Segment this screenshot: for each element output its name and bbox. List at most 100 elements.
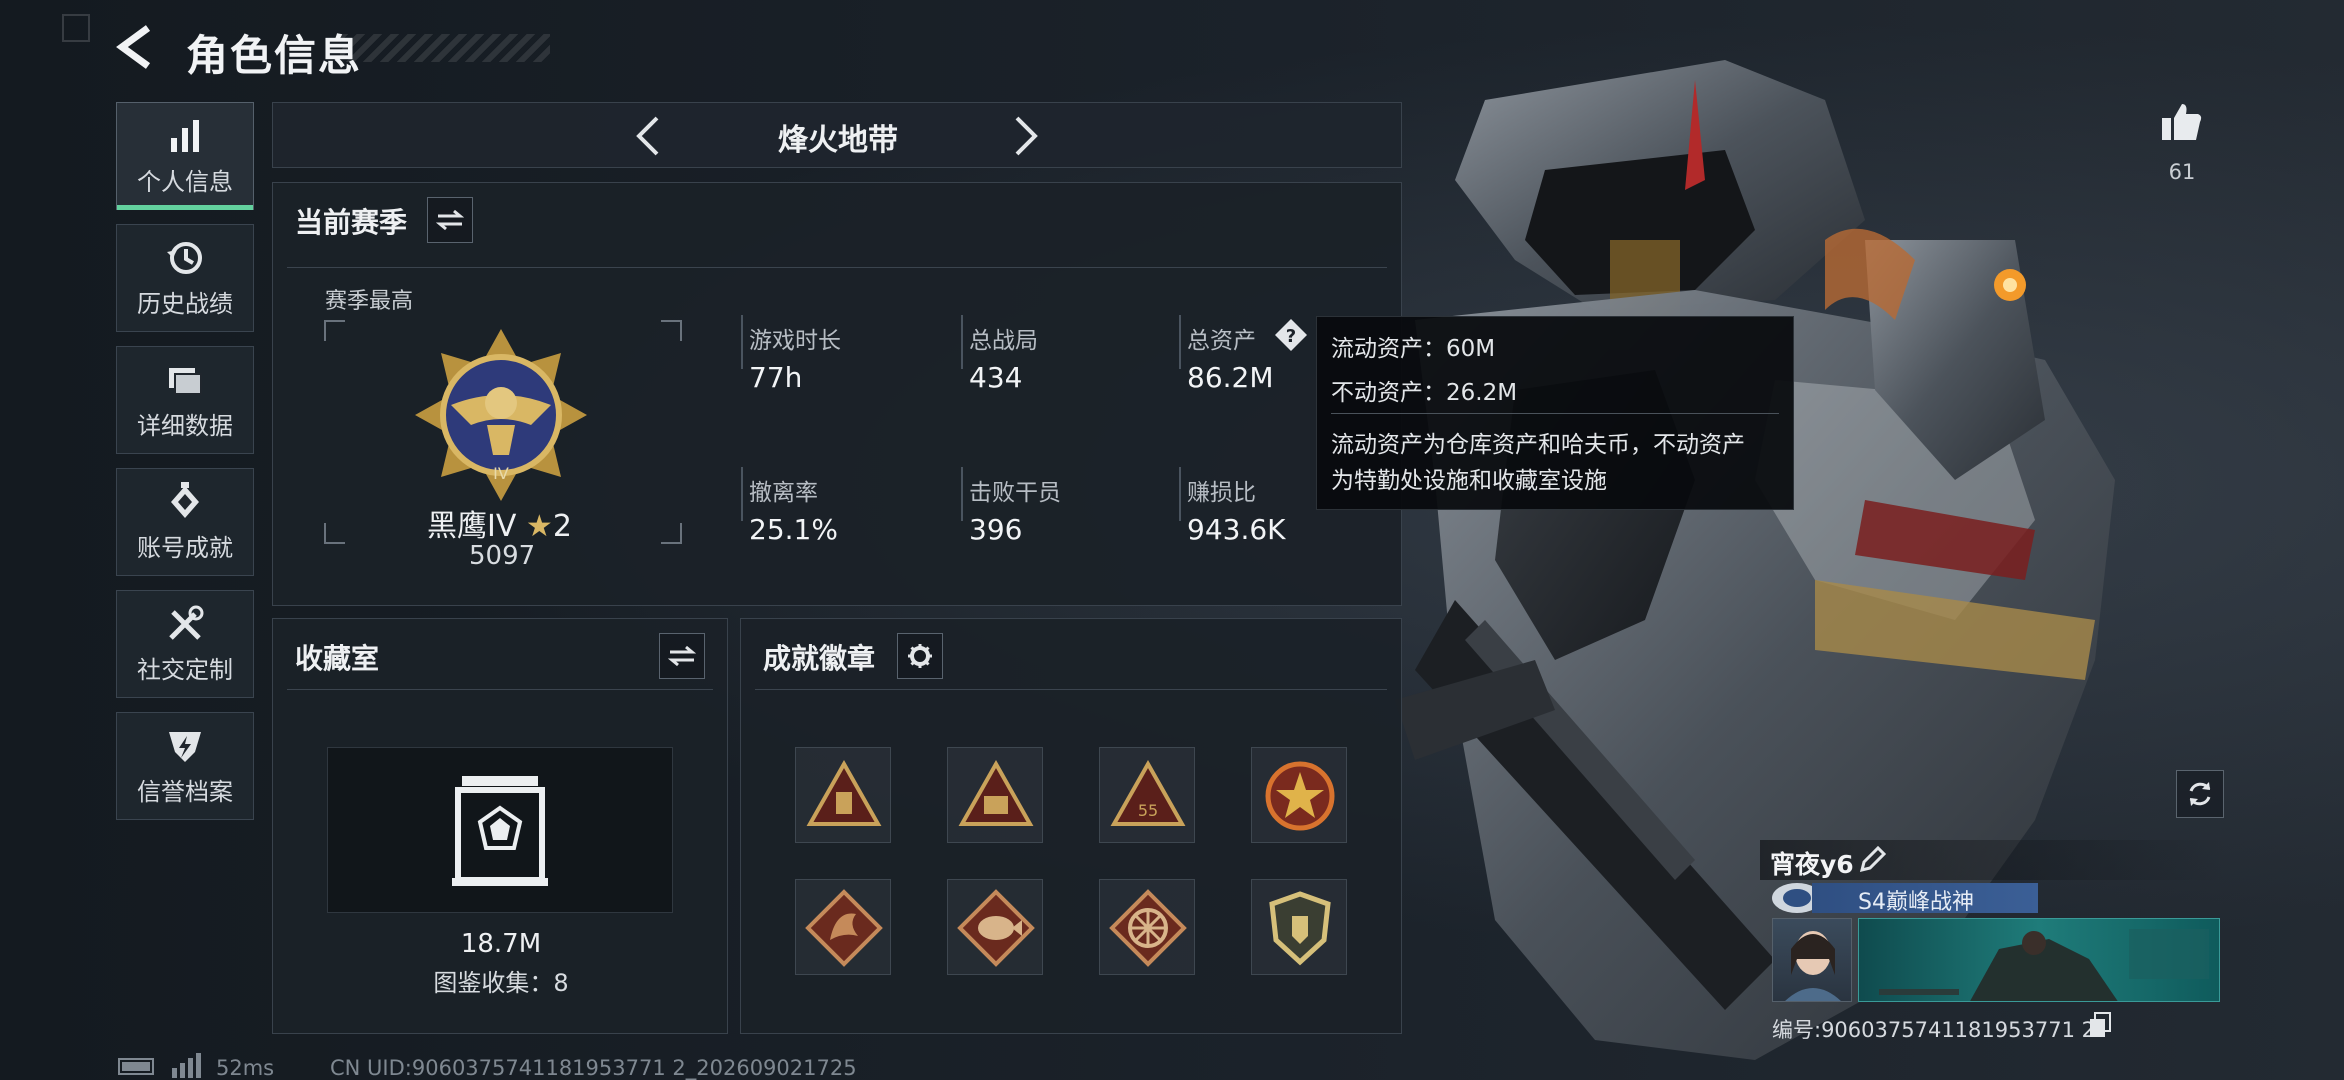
- dragon-badge-icon: [805, 889, 883, 967]
- svg-text:?: ?: [1286, 326, 1296, 347]
- season-title: 当前赛季: [295, 206, 408, 239]
- stat-label: 游戏时长: [749, 328, 841, 354]
- shield-badge-icon: [1269, 891, 1331, 966]
- tooltip-liquid: 流动资产：60M: [1331, 336, 1496, 362]
- achievements-settings-button[interactable]: [897, 633, 943, 679]
- season-switch-button[interactable]: [427, 197, 473, 243]
- stat-divider: [741, 467, 743, 521]
- stat-label: 总战局: [969, 328, 1038, 354]
- triangle-badge-icon: [958, 759, 1034, 826]
- sidebar-item-achievements[interactable]: 账号成就: [116, 468, 254, 576]
- achievements-panel: 成就徽章 55: [740, 618, 1402, 1034]
- sidebar-item-match-history[interactable]: 历史战绩: [116, 224, 254, 332]
- rank-emblem-icon: IV: [415, 329, 587, 501]
- star-emblem-badge-icon: [1265, 761, 1335, 831]
- svg-text:IV: IV: [493, 464, 509, 483]
- achievements-title: 成就徽章: [763, 642, 876, 675]
- corner-decoration: [62, 14, 90, 42]
- like-count: 61: [2168, 160, 2196, 184]
- uid-footer: CN UID:9060375741181953771 2_20260902172…: [330, 1056, 857, 1080]
- profile-banner[interactable]: [1858, 918, 2220, 1002]
- achievement-badge[interactable]: [947, 747, 1043, 843]
- achievement-badge[interactable]: [795, 747, 891, 843]
- rank-name: 黑鹰IV ★2: [427, 501, 572, 545]
- stat-divider: [1179, 467, 1181, 521]
- bar-chart-icon: [171, 119, 199, 152]
- collection-value: 18.7M: [460, 929, 542, 959]
- signal-icon: [172, 1053, 201, 1078]
- copy-icon[interactable]: [2088, 1012, 2112, 1038]
- achievement-badge[interactable]: [1251, 879, 1347, 975]
- ping-text: 52ms: [216, 1056, 275, 1080]
- player-id: 编号:9060375741181953771 2: [1772, 1018, 2095, 1042]
- history-clock-icon: [167, 241, 202, 274]
- mode-title: 烽火地带: [778, 123, 898, 158]
- achievement-badge[interactable]: [947, 879, 1043, 975]
- title-decoration: [340, 34, 550, 62]
- stat-value: 77h: [749, 361, 803, 394]
- achievement-badge[interactable]: [1099, 879, 1195, 975]
- edit-pencil-icon[interactable]: [1858, 846, 1886, 874]
- sidebar-item-social-customize[interactable]: 社交定制: [116, 590, 254, 698]
- stat-divider: [741, 315, 743, 369]
- help-icon[interactable]: ?: [1273, 317, 1309, 353]
- stat-label: 赚损比: [1187, 480, 1256, 506]
- player-name: 宵夜y6: [1770, 850, 1854, 879]
- collection-room-icon: [452, 776, 548, 886]
- divider: [287, 689, 713, 690]
- season-best-label: 赛季最高: [325, 289, 414, 314]
- sidebar-item-label: 信誉档案: [137, 777, 233, 806]
- thumbs-up-icon[interactable]: [2160, 100, 2204, 144]
- achievement-badge[interactable]: 55: [1099, 747, 1195, 843]
- stat-label: 总资产: [1187, 328, 1256, 354]
- avatar-portrait-icon: [1785, 931, 1841, 1001]
- refresh-icon: [2189, 782, 2211, 806]
- stat-divider: [1179, 315, 1181, 369]
- stat-value: 396: [969, 513, 1023, 546]
- badge-number: 55: [1138, 801, 1158, 820]
- collection-switch-button[interactable]: [659, 633, 705, 679]
- refresh-button[interactable]: [2176, 770, 2224, 818]
- stat-value: 25.1%: [749, 513, 838, 546]
- stat-divider: [961, 315, 963, 369]
- collection-count: 图鉴收集：8: [433, 969, 569, 997]
- triangle-badge-icon: [806, 759, 882, 826]
- tooltip-divider: [1331, 413, 1779, 414]
- player-title: S4巅峰战神: [1858, 890, 1974, 915]
- sidebar-item-label: 历史战绩: [137, 289, 233, 318]
- sidebar-item-credit-record[interactable]: 信誉档案: [116, 712, 254, 820]
- stat-value: 86.2M: [1187, 361, 1274, 394]
- mode-switcher: 烽火地带: [272, 102, 1402, 168]
- stat-value: 434: [969, 361, 1023, 394]
- sidebar-item-label: 账号成就: [137, 533, 233, 562]
- stat-value: 943.6K: [1187, 513, 1286, 546]
- swap-icon: [668, 645, 696, 667]
- achievement-badge[interactable]: [795, 879, 891, 975]
- back-arrow-icon[interactable]: [112, 22, 162, 72]
- sidebar-item-label: 社交定制: [137, 655, 233, 684]
- achievement-badge[interactable]: [1251, 747, 1347, 843]
- rank-score: 5097: [469, 541, 536, 571]
- battery-icon: [118, 1058, 154, 1075]
- player-avatar[interactable]: [1772, 918, 1852, 1002]
- shield-icon: [169, 731, 201, 762]
- sidebar-item-label: 详细数据: [137, 411, 233, 440]
- sidebar-item-personal-info[interactable]: 个人信息: [116, 102, 254, 210]
- folder-icon: [169, 367, 202, 395]
- rank-stars: 2: [552, 509, 572, 544]
- stat-label: 撤离率: [749, 480, 818, 506]
- next-mode-icon[interactable]: [1011, 115, 1041, 157]
- triangle-55-badge-icon: 55: [1110, 759, 1186, 826]
- stat-label: 击败干员: [969, 480, 1061, 506]
- tooltip-desc-line2: 为特勤处设施和收藏室设施: [1331, 468, 1607, 494]
- fish-badge-icon: [957, 889, 1035, 967]
- page-title: 角色信息: [186, 31, 363, 80]
- collection-preview[interactable]: [327, 747, 673, 913]
- sidebar-item-label: 个人信息: [137, 167, 233, 196]
- rank-star-icon: ★: [525, 509, 553, 544]
- sidebar-item-detailed-data[interactable]: 详细数据: [116, 346, 254, 454]
- medal-icon: [171, 481, 199, 518]
- swap-icon: [436, 209, 464, 231]
- tooltip-fixed: 不动资产：26.2M: [1331, 380, 1518, 406]
- rank-name-text: 黑鹰IV: [427, 509, 517, 544]
